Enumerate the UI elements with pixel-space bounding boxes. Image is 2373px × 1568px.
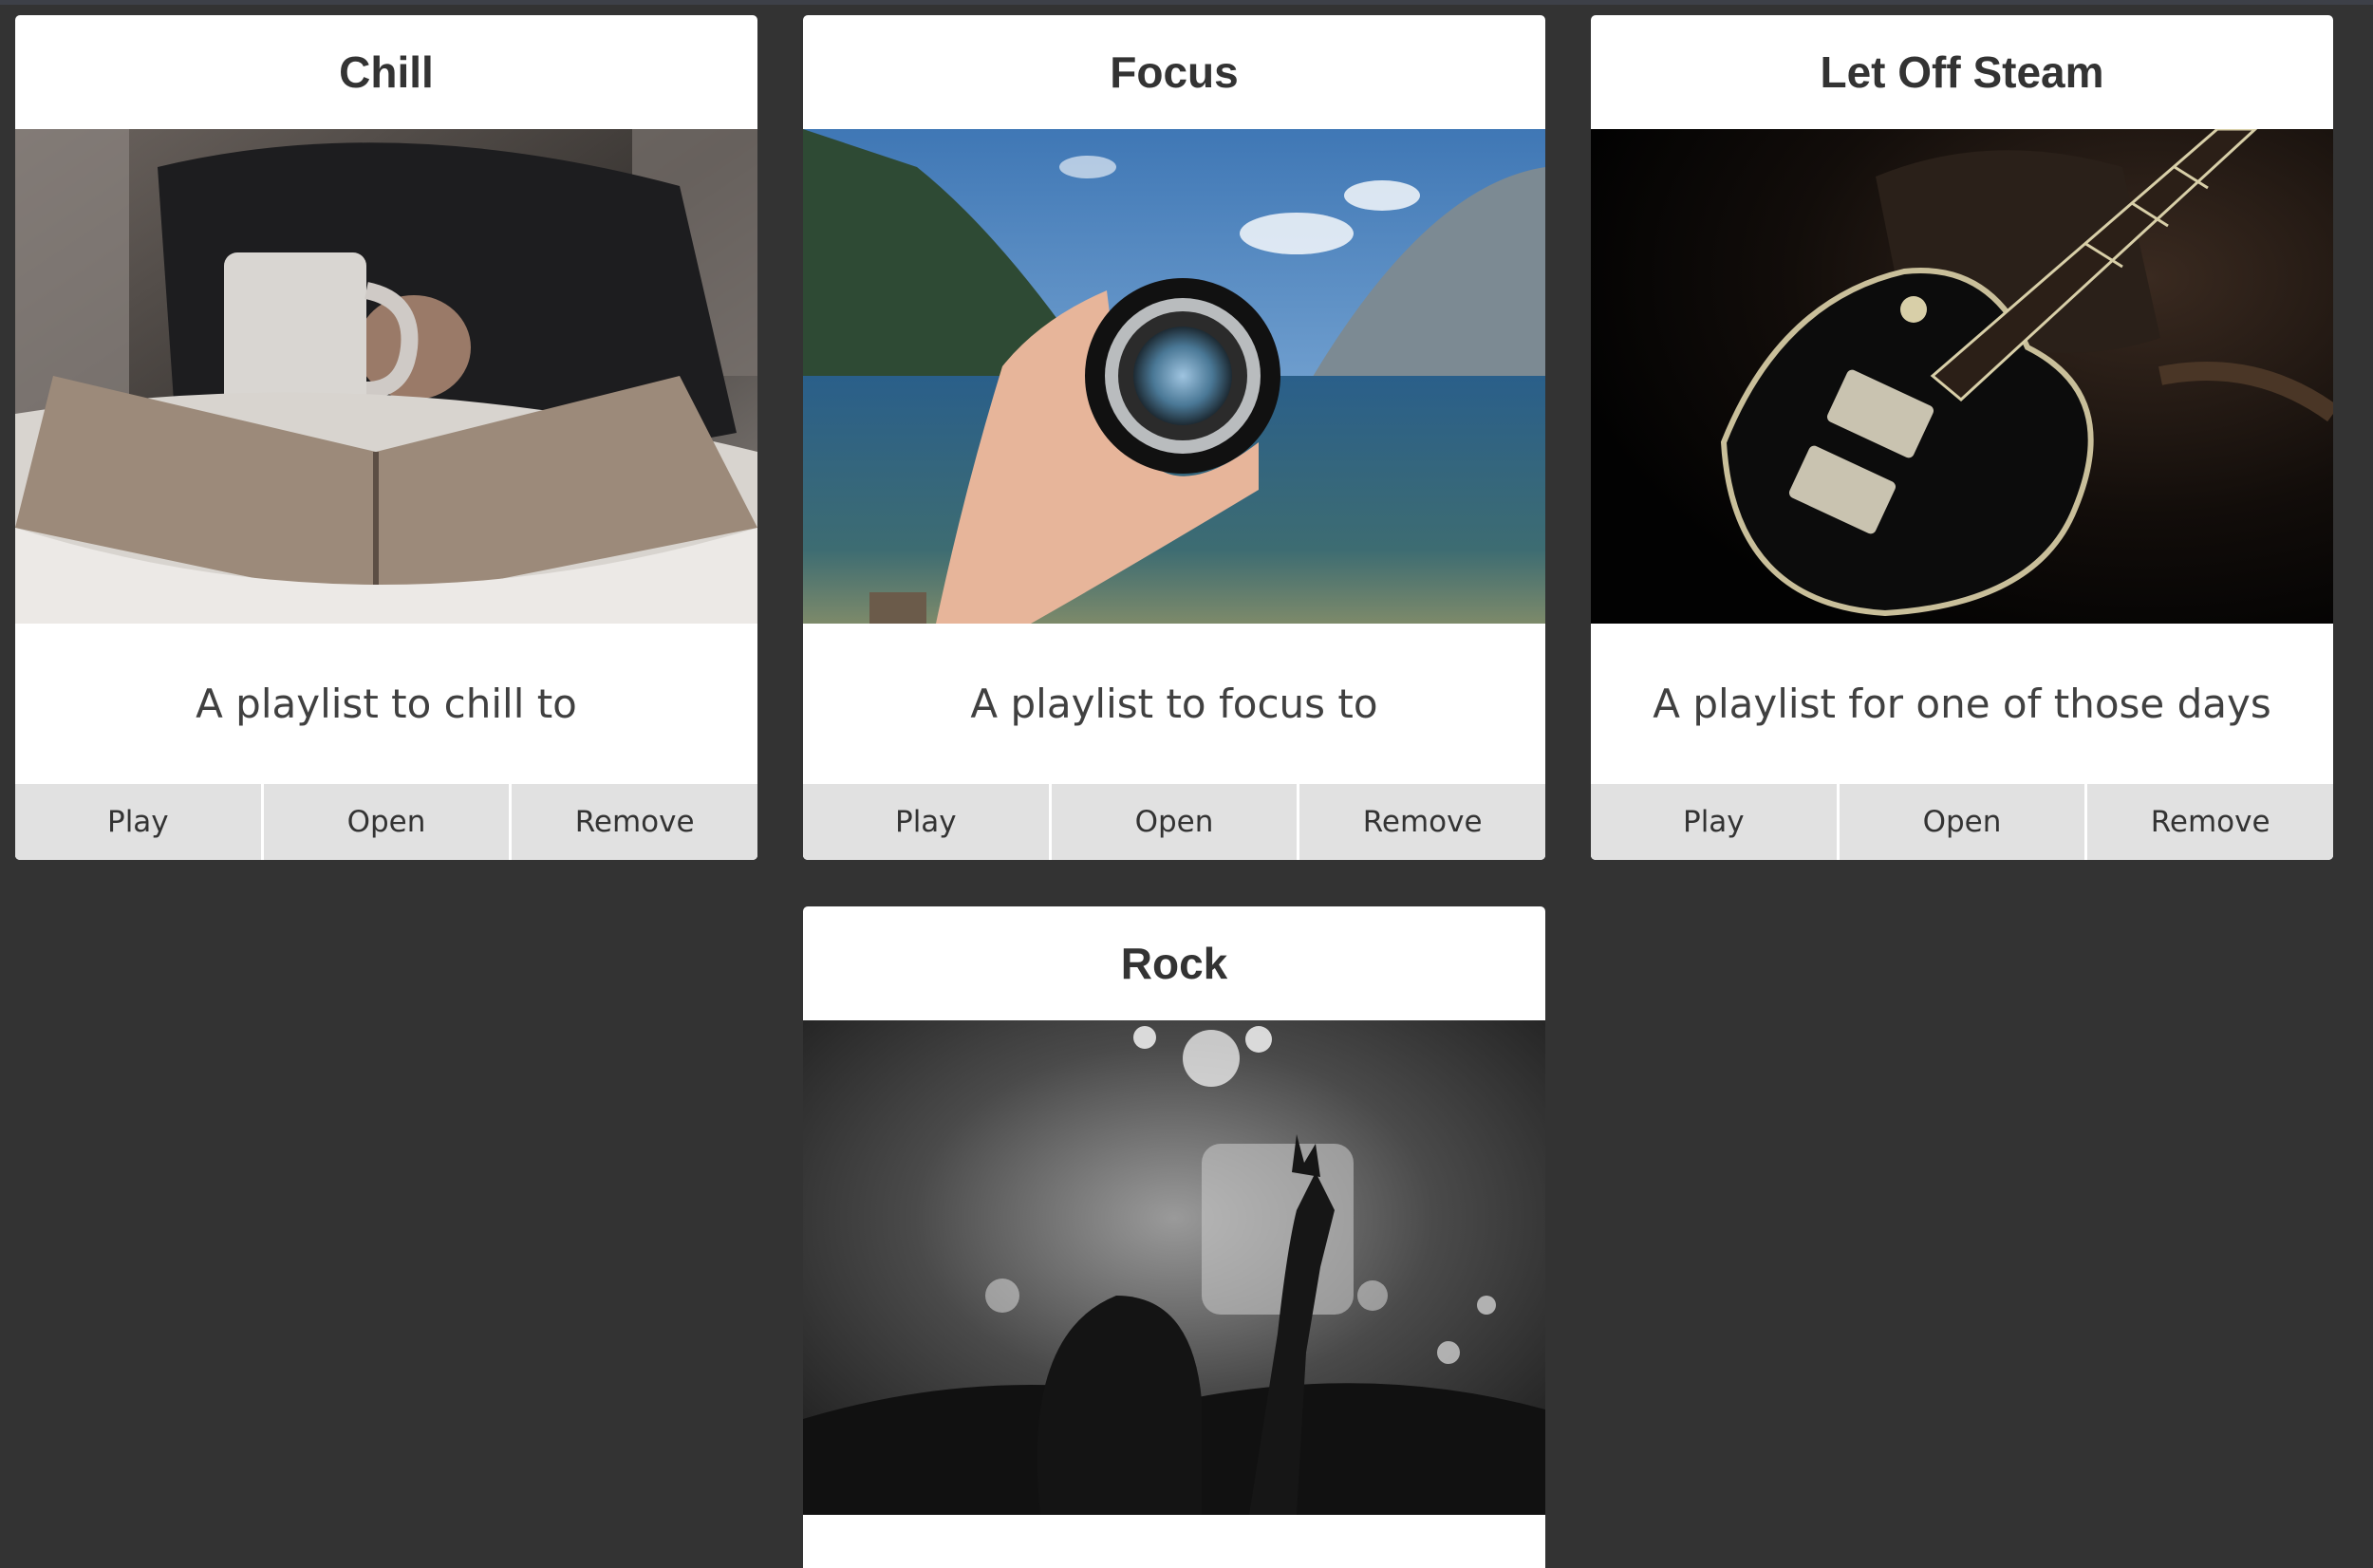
playlist-grid: Chill A playlist to chill to Play Open R… xyxy=(0,0,2373,1568)
playlist-image-rock xyxy=(803,1020,1545,1515)
playlist-title: Focus xyxy=(1110,47,1239,97)
playlist-image-let-off-steam xyxy=(1591,129,2333,624)
play-button[interactable]: Play xyxy=(803,784,1052,860)
playlist-description: A playlist to chill to xyxy=(196,681,577,727)
playlist-image-focus xyxy=(803,129,1545,624)
playlist-card-rock: Rock xyxy=(803,906,1545,1568)
play-button[interactable]: Play xyxy=(1591,784,1840,860)
playlist-actions: Play Open Remove xyxy=(1591,784,2333,860)
playlist-title: Chill xyxy=(339,47,434,97)
playlist-card-let-off-steam: Let Off Steam A playlist for one of thos… xyxy=(1591,15,2333,860)
remove-button[interactable]: Remove xyxy=(512,784,757,860)
open-button[interactable]: Open xyxy=(263,784,513,860)
playlist-image-chill xyxy=(15,129,757,624)
playlist-title: Let Off Steam xyxy=(1820,47,2104,97)
remove-button[interactable]: Remove xyxy=(2087,784,2333,860)
playlist-description: A playlist for one of those days xyxy=(1653,681,2271,727)
playlist-card-chill: Chill A playlist to chill to Play Open R… xyxy=(15,15,757,860)
play-button[interactable]: Play xyxy=(15,784,264,860)
playlist-card-focus: Focus A playlist to focus to Play Open R… xyxy=(803,15,1545,860)
playlist-title: Rock xyxy=(1120,939,1228,988)
playlist-description xyxy=(803,1515,1545,1568)
open-button[interactable]: Open xyxy=(1839,784,2088,860)
playlist-actions: Play Open Remove xyxy=(803,784,1545,860)
remove-button[interactable]: Remove xyxy=(1299,784,1545,860)
playlist-actions: Play Open Remove xyxy=(15,784,757,860)
open-button[interactable]: Open xyxy=(1051,784,1300,860)
playlist-description: A playlist to focus to xyxy=(970,681,1378,727)
